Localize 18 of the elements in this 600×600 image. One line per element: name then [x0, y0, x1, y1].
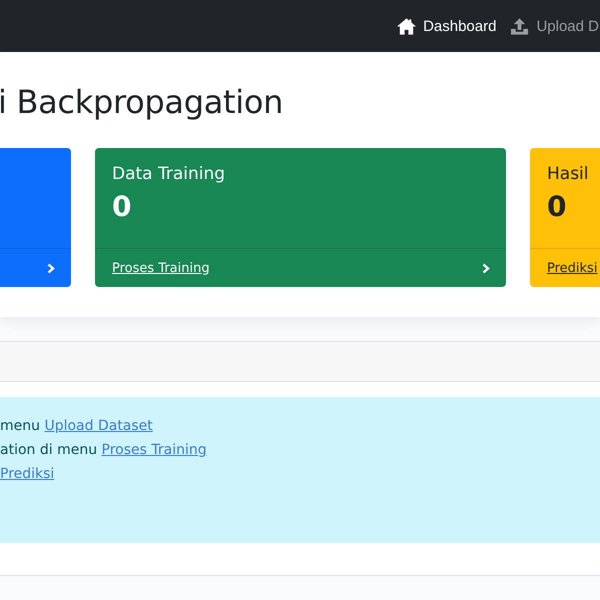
upload-icon	[510, 18, 530, 34]
instruction-text: ation di menu Proses Training	[0, 441, 207, 460]
card-value: 0	[112, 190, 132, 223]
nav-link[interactable]: Upload D	[510, 18, 599, 34]
page-title: i Backpropagation	[0, 82, 284, 123]
card-link[interactable]: Proses Training	[112, 260, 210, 276]
home-icon	[397, 18, 416, 34]
menu-link[interactable]: Proses Training	[102, 442, 207, 458]
instruction-text: menu Upload Dataset	[0, 417, 153, 436]
chevron-right-icon[interactable]	[482, 262, 490, 274]
chevron-right-icon[interactable]	[47, 262, 55, 274]
menu-link[interactable]: Upload Dataset	[44, 418, 153, 434]
card-title: Data Training	[112, 164, 226, 184]
card-link[interactable]: Prediksi	[547, 260, 598, 276]
card-value: 0	[547, 190, 566, 223]
card-title: Hasil	[547, 164, 589, 184]
menu-link[interactable]: Prediksi	[0, 466, 54, 482]
nav-link[interactable]: Dashboard	[397, 18, 496, 34]
